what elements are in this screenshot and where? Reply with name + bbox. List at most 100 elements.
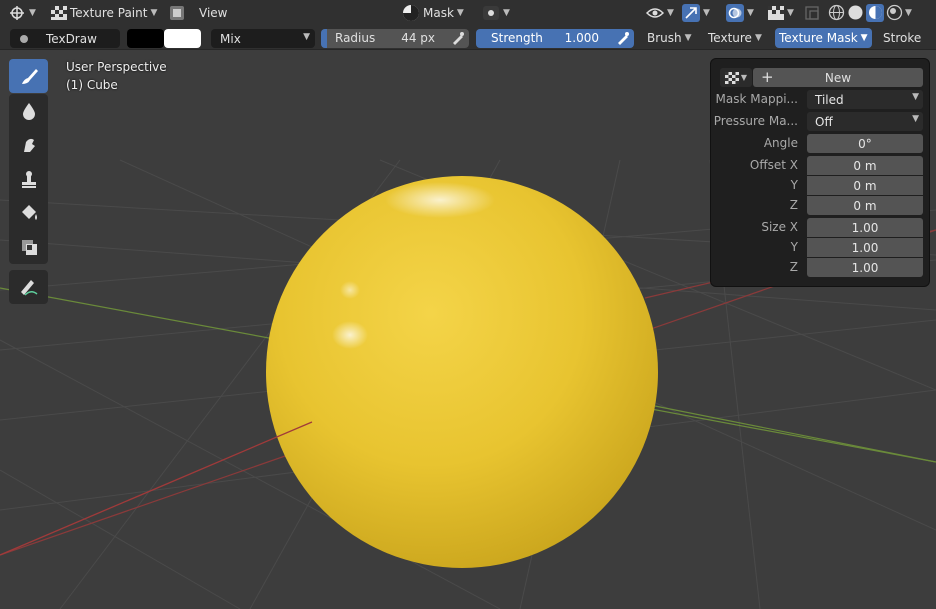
size-x-label: Size X xyxy=(761,220,798,234)
visibility-selector[interactable]: ▼ xyxy=(642,2,678,23)
checker-icon xyxy=(51,5,67,20)
tool-settings-bar: TexDraw Mix ▼ Radius 44 px Strength 1.00… xyxy=(0,25,936,50)
checker-icon xyxy=(724,71,739,84)
draw-tool[interactable] xyxy=(9,59,48,93)
mask-menu[interactable]: Mask ▼ xyxy=(398,2,468,23)
annotate-tool[interactable] xyxy=(9,270,48,304)
size-x-field[interactable]: 1.00 xyxy=(807,218,923,237)
angle-field[interactable]: 0° xyxy=(807,134,923,153)
blend-mode-value: Mix xyxy=(220,31,241,46)
xray-icon xyxy=(805,5,819,20)
soften-icon xyxy=(22,103,35,120)
chevron-down-icon: ▼ xyxy=(747,7,754,18)
stroke-menu[interactable]: Stroke xyxy=(879,27,925,48)
chevron-down-icon: ▼ xyxy=(303,32,310,42)
smear-tool[interactable] xyxy=(9,128,48,162)
viewport-perspective-label: User Perspective xyxy=(66,60,167,74)
strength-slider[interactable]: Strength 1.000 xyxy=(476,29,634,48)
offset-y-field[interactable]: 0 m xyxy=(807,176,923,195)
mask-mapping-label: Mask Mappi... xyxy=(715,92,798,106)
size-z-row: Z 1.00 xyxy=(711,258,931,277)
texture-browse-button[interactable]: ▼ xyxy=(720,68,752,87)
eye-icon xyxy=(646,7,664,18)
fill-icon xyxy=(21,205,37,220)
draw-brush-icon xyxy=(21,69,38,84)
shading-modes[interactable]: ▼ xyxy=(824,2,916,23)
offset-x-row: Offset X 0 m xyxy=(711,156,931,175)
pressure-icon[interactable] xyxy=(451,31,465,45)
texture-new-row: ▼ + New xyxy=(711,68,931,87)
size-y-field[interactable]: 1.00 xyxy=(807,238,923,257)
smear-icon xyxy=(23,138,35,152)
annotate-icon xyxy=(20,280,37,296)
brush-icon xyxy=(20,34,28,43)
mask-mapping-dropdown[interactable]: Tiled ▼ xyxy=(807,90,923,109)
brush-menu[interactable]: Brush ▼ xyxy=(643,27,696,48)
chevron-down-icon: ▼ xyxy=(905,7,912,18)
radius-slider[interactable]: Radius 44 px xyxy=(321,29,469,48)
chevron-down-icon: ▼ xyxy=(456,7,464,18)
secondary-color-swatch[interactable] xyxy=(164,29,201,48)
sphere-object[interactable] xyxy=(266,176,658,568)
mask-tool[interactable] xyxy=(9,230,48,264)
texture-overlay-selector[interactable]: ▼ xyxy=(764,2,798,23)
size-y-row: Y 1.00 xyxy=(711,238,931,257)
mask-icon xyxy=(403,4,419,21)
tool-shelf xyxy=(9,59,48,304)
soften-tool[interactable] xyxy=(9,94,48,128)
material-shading-icon[interactable] xyxy=(866,3,884,22)
chevron-down-icon: ▼ xyxy=(754,32,762,43)
mask-mapping-value: Tiled xyxy=(815,92,844,107)
offset-x-field[interactable]: 0 m xyxy=(807,156,923,175)
radius-label: Radius xyxy=(335,31,376,45)
editor-type-selector[interactable]: ▼ xyxy=(4,2,40,23)
mode-selector[interactable]: Texture Paint ▼ xyxy=(47,2,161,23)
vertex-select-toggle[interactable]: ▼ xyxy=(478,2,514,23)
fill-tool[interactable] xyxy=(9,196,48,230)
size-y-label: Y xyxy=(790,240,798,254)
editor-type-icon xyxy=(10,5,24,20)
new-texture-label: New xyxy=(824,70,852,85)
chevron-down-icon: ▼ xyxy=(860,33,868,43)
pressure-masking-dropdown[interactable]: Off ▼ xyxy=(807,112,923,131)
new-texture-button[interactable]: + New xyxy=(753,68,923,87)
chevron-down-icon: ▼ xyxy=(787,7,794,18)
overlays-selector[interactable]: ▼ xyxy=(722,2,758,23)
rendered-shading-icon[interactable] xyxy=(886,4,903,21)
plus-icon: + xyxy=(761,68,774,86)
gizmo-icon xyxy=(682,3,700,22)
blend-mode-dropdown[interactable]: Mix ▼ xyxy=(211,29,315,48)
viewport-object-label: (1) Cube xyxy=(66,78,118,92)
canvas-icon xyxy=(170,5,184,20)
brush-selector[interactable]: TexDraw xyxy=(10,29,120,48)
strength-value: 1.000 xyxy=(564,31,599,45)
pressure-icon[interactable] xyxy=(616,31,630,45)
size-z-field[interactable]: 1.00 xyxy=(807,258,923,277)
brush-menu-label: Brush xyxy=(647,30,682,45)
canvas-toggle[interactable] xyxy=(165,2,189,23)
view-menu[interactable]: View xyxy=(195,2,231,23)
header-bar: ▼ Texture Paint ▼ View Mask ▼ ▼ ▼ ▼ ▼ ▼ xyxy=(0,0,936,25)
texture-mask-menu[interactable]: Texture Mask ▼ xyxy=(775,28,872,48)
wireframe-shading-icon[interactable] xyxy=(828,4,845,21)
xray-toggle[interactable] xyxy=(800,2,824,23)
pressure-masking-row: Pressure Ma... Off ▼ xyxy=(711,112,931,131)
angle-row: Angle 0° xyxy=(711,134,931,153)
texture-menu[interactable]: Texture ▼ xyxy=(704,27,766,48)
mask-menu-label: Mask xyxy=(423,5,454,20)
gizmo-selector[interactable]: ▼ xyxy=(678,2,714,23)
view-menu-label: View xyxy=(199,5,228,20)
mask-mapping-row: Mask Mappi... Tiled ▼ xyxy=(711,90,931,109)
offset-z-field[interactable]: 0 m xyxy=(807,196,923,215)
offset-y-row: Y 0 m xyxy=(711,176,931,195)
radius-fill xyxy=(321,29,327,48)
texture-mask-panel: ▼ + New Mask Mappi... Tiled ▼ Pressure Ma… xyxy=(710,58,930,287)
overlays-icon xyxy=(726,3,744,22)
offset-x-label: Offset X xyxy=(749,158,798,172)
solid-shading-icon[interactable] xyxy=(847,4,864,21)
checker-icon xyxy=(768,5,784,20)
strength-label: Strength xyxy=(491,31,543,45)
clone-tool[interactable] xyxy=(9,162,48,196)
primary-color-swatch[interactable] xyxy=(127,29,164,48)
pressure-masking-label: Pressure Ma... xyxy=(713,114,798,128)
